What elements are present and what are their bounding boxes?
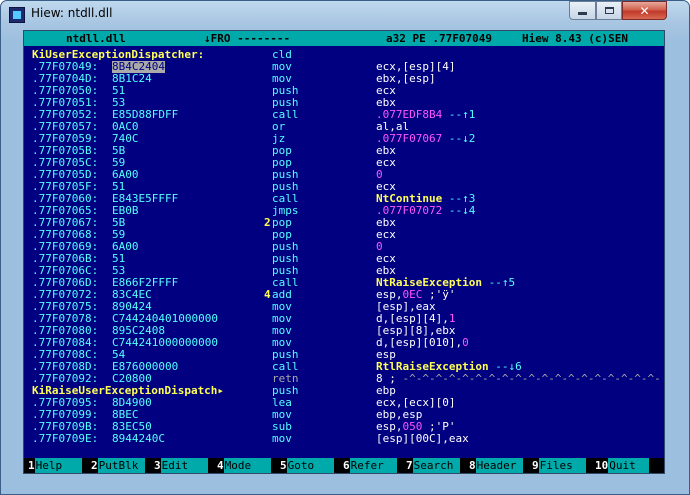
maximize-button[interactable] [596, 1, 622, 20]
fkey-number: 5 [280, 459, 287, 472]
minimize-icon [578, 12, 587, 15]
fkey-number: 6 [343, 459, 350, 472]
code-hex: C744241000000000 [112, 336, 218, 349]
title-bar[interactable]: Hiew: ntdll.dll ✕ [1, 1, 689, 31]
hiew-console[interactable]: ntdll.dll ↓FRO -------- a32 PE .77F07049… [23, 30, 665, 474]
close-button[interactable]: ✕ [622, 1, 667, 20]
code-hex: 8944240C [112, 432, 165, 445]
fkey-number: 3 [154, 459, 161, 472]
fkey-label: Goto [286, 458, 334, 473]
fkey-number: 1 [28, 459, 35, 472]
app-window: Hiew: ntdll.dll ✕ ntdll.dll ↓FRO -------… [0, 0, 690, 495]
maximize-icon [604, 7, 614, 14]
jump-target-marker: 2 [264, 216, 271, 229]
operand-main: [esp][00C],eax [376, 432, 469, 445]
fkey-label: Search [412, 458, 460, 473]
fkey-label: Mode [223, 458, 271, 473]
jump-arrow[interactable]: --↑1 [449, 108, 476, 121]
fkey-label: Refer [349, 458, 397, 473]
operand-value: -^-^-^-^-^-^-^-^-^-^-^-^-^-^-^-^-^-^-^- [395, 372, 661, 385]
fkey-search-button[interactable]: 7Search [406, 458, 460, 473]
fkey-mode-button[interactable]: 4Mode [217, 458, 271, 473]
hiew-app-icon[interactable] [9, 7, 25, 23]
fkey-label: Edit [160, 458, 208, 473]
fkey-goto-button[interactable]: 5Goto [280, 458, 334, 473]
close-icon: ✕ [639, 3, 650, 18]
header-version: Hiew 8.43 (c)SEN [522, 32, 628, 45]
header-filename: ntdll.dll [66, 32, 126, 45]
fkey-label: PutBlk [97, 458, 145, 473]
code-address: .77F0709E: [32, 432, 99, 445]
fkey-number: 2 [91, 459, 98, 472]
minimize-button[interactable] [569, 1, 596, 20]
header-mode: ↓FRO -------- [204, 32, 291, 45]
code-mnemonic: mov [272, 432, 292, 445]
fkey-files-button[interactable]: 9Files [532, 458, 586, 473]
fkey-number: 10 [595, 459, 609, 472]
fkey-label: Header [475, 458, 523, 473]
header-offset: a32 PE .77F07049 [386, 32, 492, 45]
fkey-label: Help [34, 458, 82, 473]
fkey-help-button[interactable]: 1Help [28, 458, 82, 473]
fkey-edit-button[interactable]: 3Edit [154, 458, 208, 473]
fkey-refer-button[interactable]: 6Refer [343, 458, 397, 473]
fkey-putblk-button[interactable]: 2PutBlk [91, 458, 145, 473]
code-operand: [esp][00C],eax [376, 433, 469, 445]
function-key-bar: 1Help 2PutBlk 3Edit 4Mode 5Goto 6Refer 7Search… [24, 458, 664, 473]
fkey-number: 8 [469, 459, 476, 472]
status-header: ntdll.dll ↓FRO -------- a32 PE .77F07049… [24, 31, 664, 46]
jump-arrow[interactable]: --↓4 [449, 204, 476, 217]
fkey-quit-button[interactable]: 10Quit [595, 458, 650, 473]
jump-target-marker: 4 [264, 288, 271, 301]
fkey-label: Files [538, 458, 586, 473]
jump-arrow[interactable]: --↑5 [489, 276, 516, 289]
operand-value: 0 [462, 336, 469, 349]
code-operand: 8 ; -^-^-^-^-^-^-^-^-^-^-^-^-^-^-^-^-^-^… [376, 373, 661, 385]
fkey-number: 9 [532, 459, 539, 472]
fkey-label: Quit [608, 458, 650, 473]
jump-arrow[interactable]: --↓2 [449, 132, 476, 145]
fkey-number: 7 [406, 459, 413, 472]
fkey-header-button[interactable]: 8Header [469, 458, 523, 473]
fkey-number: 4 [217, 459, 224, 472]
window-title: Hiew: ntdll.dll [31, 6, 113, 20]
